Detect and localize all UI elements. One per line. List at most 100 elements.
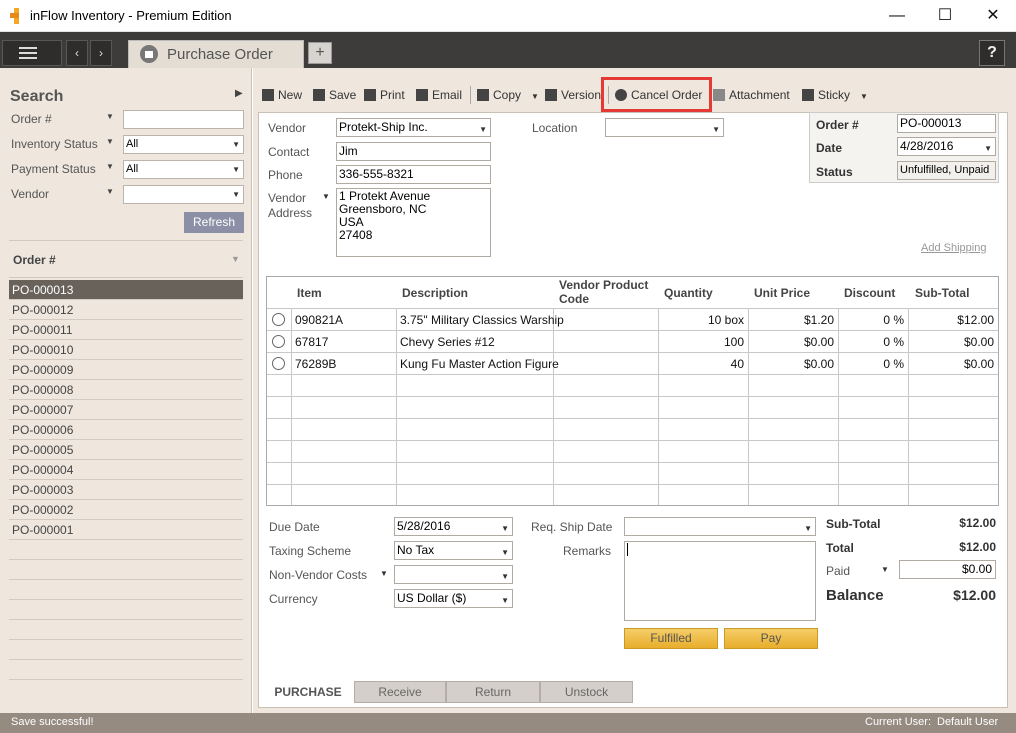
cell-description[interactable]: Kung Fu Master Action Figure [400,353,559,375]
copy-button[interactable]: Copy ▼ [477,86,539,104]
taxing-scheme-select[interactable]: No Tax ▼ [394,541,513,560]
cell-quantity[interactable]: 100 [662,331,744,353]
menu-button[interactable] [2,40,62,66]
maximize-button[interactable]: ☐ [928,4,962,28]
cell-unit-price[interactable]: $0.00 [752,331,834,353]
column-header-vendor-product-code[interactable]: Vendor Product Code [559,278,648,306]
row-select-radio[interactable] [272,313,285,326]
tab-receive[interactable]: Receive [354,681,446,703]
order-list-item[interactable]: PO-000005 [9,440,243,460]
collapse-arrow-icon[interactable]: ▶ [235,88,243,99]
column-header-discount[interactable]: Discount [844,286,895,300]
order-list-item[interactable]: PO-000006 [9,420,243,440]
cell-unit-price[interactable]: $0.00 [752,353,834,375]
currency-select[interactable]: US Dollar ($) ▼ [394,589,513,608]
order-number-input[interactable] [123,110,244,129]
grid-row-divider [267,484,998,485]
close-button[interactable]: ✕ [976,4,1010,28]
fulfilled-button[interactable]: Fulfilled [624,628,718,649]
column-header-quantity[interactable]: Quantity [664,286,713,300]
order-list-item[interactable]: PO-000008 [9,380,243,400]
cell-discount[interactable]: 0 % [842,331,904,353]
cell-item[interactable]: 67817 [295,331,328,353]
order-list-item[interactable]: PO-000003 [9,480,243,500]
cell-item[interactable]: 76289B [295,353,336,375]
payment-status-select[interactable]: All ▼ [123,160,244,179]
dropdown-arrow-icon[interactable]: ▼ [106,112,114,121]
dropdown-arrow-icon[interactable]: ▼ [380,569,388,578]
cell-description[interactable]: Chevy Series #12 [400,331,495,353]
new-document-icon [262,89,274,101]
back-button[interactable]: ‹ [66,40,88,66]
help-button[interactable]: ? [979,40,1005,66]
date-picker[interactable]: 4/28/2016 ▼ [897,137,996,156]
column-header-item[interactable]: Item [297,286,322,300]
column-header-unit-price[interactable]: Unit Price [754,286,810,300]
column-header-subtotal[interactable]: Sub-Total [915,286,969,300]
order-list-item[interactable]: PO-000013 [9,280,243,300]
order-list-item[interactable]: PO-000010 [9,340,243,360]
sort-arrow-icon[interactable]: ▼ [231,254,240,264]
sticky-button[interactable]: Sticky ▼ [802,86,868,104]
cell-subtotal[interactable]: $12.00 [912,309,994,331]
new-button[interactable]: New [262,86,302,104]
cell-item[interactable]: 090821A [295,309,343,331]
cell-quantity[interactable]: 40 [662,353,744,375]
order-list-item[interactable]: PO-000004 [9,460,243,480]
cell-discount[interactable]: 0 % [842,309,904,331]
order-list-item[interactable]: PO-000012 [9,300,243,320]
order-list-item[interactable]: PO-000009 [9,360,243,380]
due-date-picker[interactable]: 5/28/2016 ▼ [394,517,513,536]
cell-subtotal[interactable]: $0.00 [912,331,994,353]
tab-unstock[interactable]: Unstock [540,681,633,703]
non-vendor-costs-select[interactable]: ▼ [394,565,513,584]
order-list-item[interactable]: PO-000011 [9,320,243,340]
dropdown-arrow-icon[interactable]: ▼ [106,137,114,146]
attachment-button[interactable]: Attachment [713,86,790,104]
order-list-item[interactable]: PO-000001 [9,520,243,540]
chevron-down-icon: ▼ [232,140,240,149]
tab-purchase-order[interactable]: Purchase Order [128,40,304,68]
cell-unit-price[interactable]: $1.20 [752,309,834,331]
vendor-address-label-line2: Address [268,206,313,220]
cell-quantity[interactable]: 10 box [662,309,744,331]
tab-purchase[interactable]: PURCHASE [262,681,354,703]
tab-return[interactable]: Return [446,681,540,703]
row-select-radio[interactable] [272,335,285,348]
order-list-header[interactable]: Order # ▼ [9,240,243,278]
cell-description[interactable]: 3.75" Military Classics Warship [400,309,564,331]
phone-input[interactable]: 336-555-8321 [336,165,491,184]
dropdown-arrow-icon[interactable]: ▼ [322,192,330,201]
dropdown-arrow-icon[interactable]: ▼ [881,565,889,574]
dropdown-arrow-icon[interactable]: ▼ [106,162,114,171]
minimize-button[interactable]: — [880,4,914,28]
chevron-down-icon: ▼ [501,572,509,581]
column-header-description[interactable]: Description [402,286,468,300]
print-button[interactable]: Print [364,86,405,104]
email-button[interactable]: Email [416,86,462,104]
remarks-textarea[interactable] [624,541,816,621]
chevron-down-icon: ▼ [501,596,509,605]
dropdown-arrow-icon[interactable]: ▼ [106,187,114,196]
pay-button[interactable]: Pay [724,628,818,649]
contact-input[interactable]: Jim [336,142,491,161]
vendor-select[interactable]: Protekt-Ship Inc. ▼ [336,118,491,137]
vendor-address-textarea[interactable]: 1 Protekt Avenue Greensboro, NC USA 2740… [336,188,491,257]
vendor-search-select[interactable]: ▼ [123,185,244,204]
inventory-status-select[interactable]: All ▼ [123,135,244,154]
order-list-item[interactable]: PO-000007 [9,400,243,420]
cell-discount[interactable]: 0 % [842,353,904,375]
save-button[interactable]: Save [313,86,356,104]
forward-button[interactable]: › [90,40,112,66]
order-list-item[interactable]: PO-000002 [9,500,243,520]
refresh-button[interactable]: Refresh [184,212,244,233]
req-ship-date-picker[interactable]: ▼ [624,517,816,536]
order-number-field[interactable]: PO-000013 [897,114,996,133]
add-tab-button[interactable]: + [308,42,332,64]
add-shipping-link[interactable]: Add Shipping [921,242,986,254]
location-select[interactable]: ▼ [605,118,724,137]
paid-input[interactable]: $0.00 [899,560,996,579]
version-button[interactable]: Version [545,86,601,104]
row-select-radio[interactable] [272,357,285,370]
cell-subtotal[interactable]: $0.00 [912,353,994,375]
